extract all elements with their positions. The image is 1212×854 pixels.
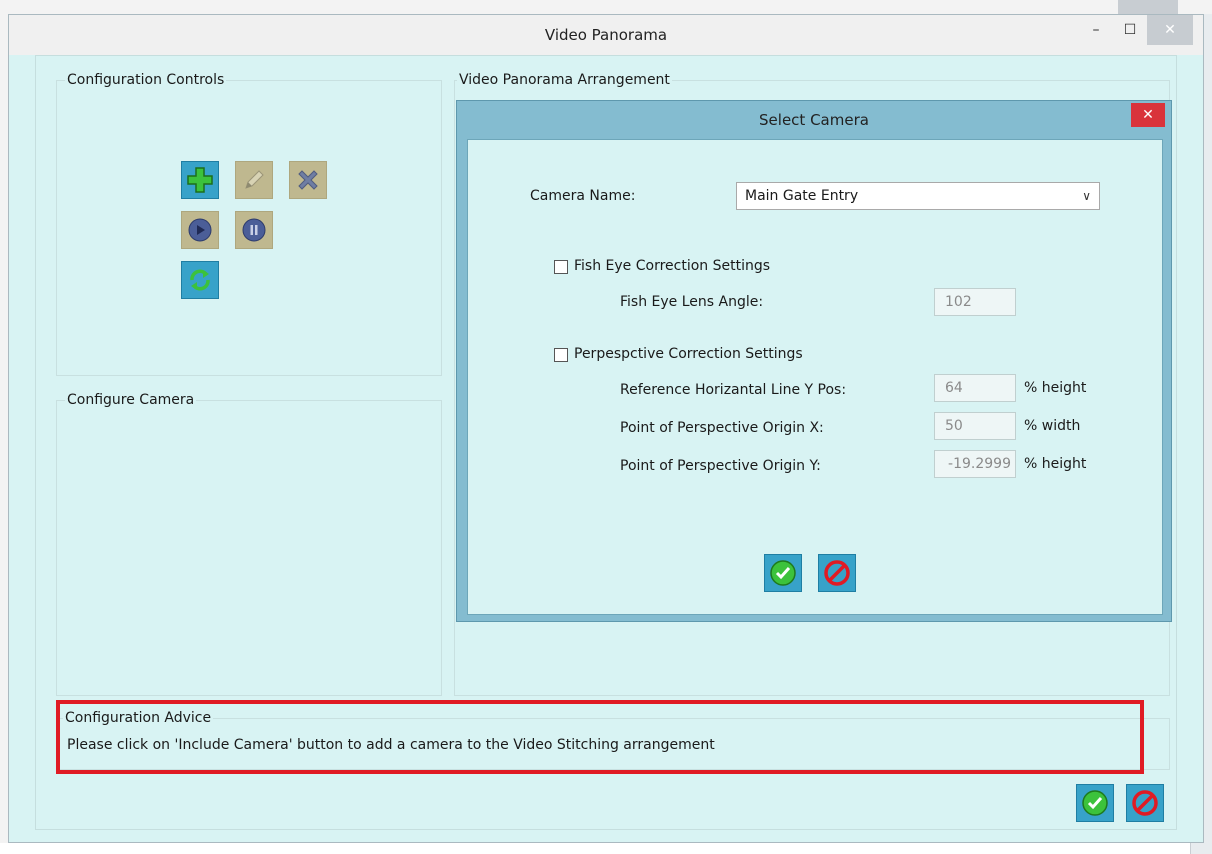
fisheye-angle-input[interactable]: 102 <box>934 288 1016 316</box>
pencil-icon <box>245 170 264 189</box>
dialog-cancel-button[interactable] <box>818 554 856 592</box>
edit-camera-button[interactable] <box>235 161 273 199</box>
select-camera-dialog: Select Camera ✕ Camera Name: Main Gate E… <box>456 100 1172 622</box>
configuration-controls-group: Configuration Controls <box>56 72 442 376</box>
video-panorama-arrangement-title: Video Panorama Arrangement <box>457 72 672 88</box>
maximize-button[interactable]: ☐ <box>1113 15 1147 45</box>
cancel-button[interactable] <box>1126 784 1164 822</box>
cancel-icon <box>824 560 850 586</box>
include-camera-button[interactable] <box>181 161 219 199</box>
dialog-close-button[interactable]: ✕ <box>1131 103 1165 127</box>
perspective-checkbox[interactable] <box>554 348 568 362</box>
origin-y-input[interactable]: -19.2999 <box>934 450 1016 478</box>
chevron-down-icon: ∨ <box>1082 189 1091 203</box>
play-button[interactable] <box>181 211 219 249</box>
window-titlebar[interactable]: Video Panorama <box>9 15 1203 55</box>
refresh-button[interactable] <box>181 261 219 299</box>
dialog-body: Camera Name: Main Gate Entry ∨ Fish Eye … <box>467 139 1163 615</box>
fisheye-checkbox-label[interactable]: Fish Eye Correction Settings <box>574 258 770 274</box>
remove-camera-button[interactable] <box>289 161 327 199</box>
configure-camera-title: Configure Camera <box>65 392 197 408</box>
dialog-titlebar[interactable]: Select Camera <box>457 101 1171 139</box>
reference-line-label: Reference Horizantal Line Y Pos: <box>620 382 847 398</box>
reference-line-input[interactable]: 64 <box>934 374 1016 402</box>
plus-icon <box>187 167 213 193</box>
pause-button[interactable] <box>235 211 273 249</box>
play-icon <box>188 218 212 242</box>
camera-name-dropdown[interactable]: Main Gate Entry ∨ <box>736 182 1100 210</box>
fisheye-checkbox[interactable] <box>554 260 568 274</box>
perspective-checkbox-label[interactable]: Perpespctive Correction Settings <box>574 346 803 362</box>
dialog-ok-button[interactable] <box>764 554 802 592</box>
origin-x-unit: % width <box>1024 418 1081 434</box>
origin-x-label: Point of Perspective Origin X: <box>620 420 824 436</box>
origin-y-unit: % height <box>1024 456 1087 472</box>
pause-icon <box>242 218 266 242</box>
origin-y-label: Point of Perspective Origin Y: <box>620 458 821 474</box>
refresh-icon <box>190 269 210 291</box>
configure-camera-group: Configure Camera <box>56 392 442 696</box>
ok-button[interactable] <box>1076 784 1114 822</box>
reference-line-unit: % height <box>1024 380 1087 396</box>
origin-x-input[interactable]: 50 <box>934 412 1016 440</box>
minimize-button[interactable]: – <box>1079 15 1113 45</box>
cancel-icon <box>1132 790 1158 816</box>
x-icon <box>298 170 318 190</box>
camera-name-label: Camera Name: <box>530 188 636 204</box>
fisheye-angle-label: Fish Eye Lens Angle: <box>620 294 764 310</box>
advice-highlight-box <box>56 700 1144 774</box>
window-title: Video Panorama <box>544 26 668 44</box>
camera-name-value: Main Gate Entry <box>745 188 859 204</box>
window-controls: – ☐ ✕ <box>1079 15 1193 47</box>
dialog-title: Select Camera <box>759 111 869 129</box>
checkmark-icon <box>1082 790 1108 816</box>
checkmark-icon <box>770 560 796 586</box>
configuration-controls-title: Configuration Controls <box>65 72 227 88</box>
close-button[interactable]: ✕ <box>1147 15 1193 45</box>
